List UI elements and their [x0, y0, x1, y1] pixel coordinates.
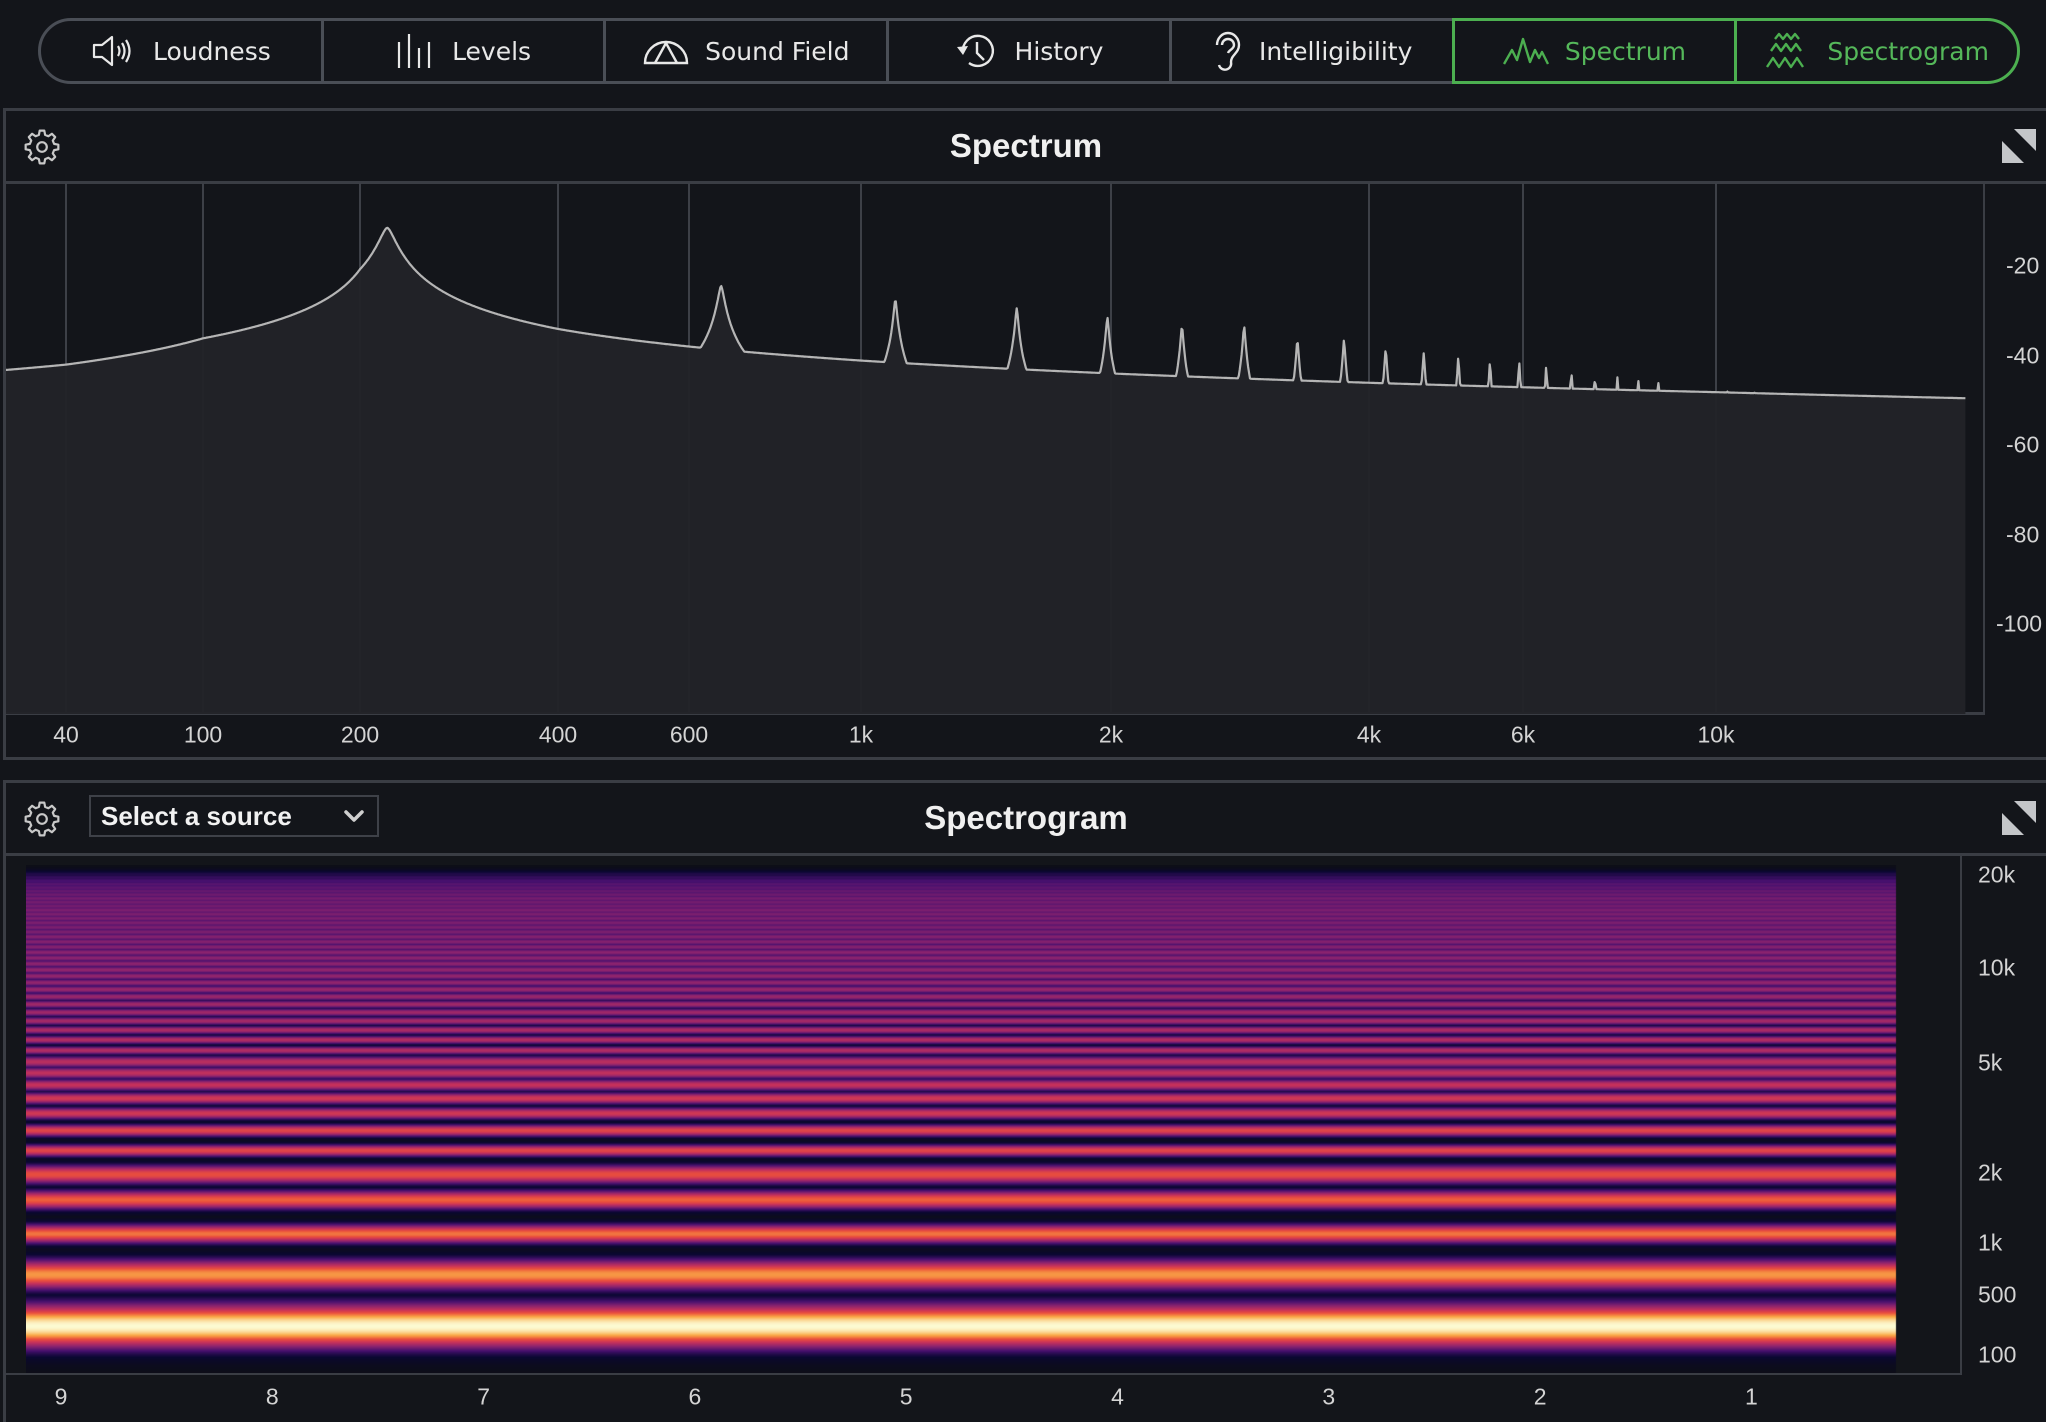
spectrogram-y-tick-label: 1k [1978, 1229, 2003, 1256]
tab-loudness-label: Loudness [152, 36, 271, 66]
spectrum-area-fill [6, 227, 1966, 714]
ear-icon [1215, 31, 1241, 71]
spectrogram-x-tick-label: 3 [1322, 1383, 1336, 1410]
spectrum-x-tick-label: 2k [1098, 721, 1124, 748]
spectrogram-x-tick-label: 1 [1744, 1383, 1758, 1410]
tab-intelligibility[interactable]: Intelligibility [1168, 18, 1455, 84]
tab-intelligibility-label: Intelligibility [1259, 36, 1413, 66]
spectrogram-panel: Select a source Spectrogram 9 8 7 6 5 4 3 2 1 20… [3, 780, 2046, 1422]
spectrum-y-tick-label: -40 [2006, 342, 2040, 368]
spectrum-x-tick-label: 10k [1697, 721, 1735, 748]
spectrum-y-tick-label: -20 [2006, 252, 2040, 279]
spectrum-y-tick-label: -60 [2006, 431, 2040, 458]
spectrum-x-tick-label: 1k [848, 721, 874, 748]
speaker-icon [92, 35, 131, 67]
spectrum-chart [6, 183, 1966, 714]
spectrogram-y-tick-label: 2k [1978, 1159, 2003, 1186]
spectrum-y-tick-label: -80 [2006, 521, 2040, 547]
spectrogram-title: Spectrogram [924, 799, 1128, 836]
spectrogram-x-tick-label: 2 [1533, 1383, 1547, 1410]
spectrum-x-tick-label: 6k [1510, 721, 1536, 748]
spectrum-title: Spectrum [949, 127, 1103, 164]
history-icon [956, 34, 994, 68]
tab-loudness[interactable]: Loudness [38, 18, 324, 84]
spectrogram-heatmap [26, 865, 1914, 1373]
sound-field-icon [643, 40, 689, 65]
tab-sound-field-label: Sound Field [705, 36, 850, 66]
expand-icon[interactable] [2002, 129, 2036, 163]
tab-levels-label: Levels [452, 36, 532, 66]
spectrum-x-tick-label: 100 [183, 721, 223, 748]
expand-icon[interactable] [2002, 801, 2036, 835]
spectrum-header: Spectrum [6, 111, 2046, 184]
spectrogram-y-tick-label: 10k [1978, 954, 2016, 981]
spectrogram-x-tick-label: 4 [1111, 1383, 1124, 1410]
spectrogram-x-tick-label: 6 [688, 1383, 702, 1410]
spectrogram-x-tick-label: 8 [265, 1383, 279, 1410]
spectrogram-x-tick-label: 9 [54, 1383, 68, 1410]
spectrum-y-tick-label: -100 [1996, 610, 2043, 637]
spectrogram-header: Select a source Spectrogram [6, 783, 2046, 856]
spectrum-x-tick-label: 200 [340, 721, 380, 748]
view-tab-bar: Loudness Levels Sound Field History Inte… [38, 18, 2021, 84]
spectrum-icon [1502, 37, 1549, 65]
spectrum-x-tick-label: 600 [669, 721, 709, 748]
tab-spectrum-label: Spectrum [1564, 36, 1687, 66]
spectrogram-y-tick-label: 5k [1978, 1049, 2003, 1076]
spectrum-panel: Spectrum 40 100 200 400 600 1k 2k 4k 6k 10k -20 -4… [3, 108, 2046, 760]
spectrum-plot-frame [6, 181, 1985, 715]
tab-sound-field[interactable]: Sound Field [603, 18, 890, 84]
spectrum-x-tick-label: 4k [1356, 721, 1382, 748]
tab-history-label: History [1014, 36, 1104, 66]
spectrogram-x-tick-label: 5 [899, 1383, 913, 1410]
tab-spectrogram-label: Spectrogram [1827, 36, 1989, 66]
tab-spectrum[interactable]: Spectrum [1451, 18, 1738, 84]
spectrogram-icon [1766, 32, 1805, 69]
spectrogram-x-tick-label: 7 [477, 1383, 490, 1410]
tab-history[interactable]: History [886, 18, 1172, 84]
spectrogram-y-tick-label: 500 [1978, 1281, 2017, 1308]
spectrogram-y-tick-label: 20k [1978, 861, 2016, 888]
spectrum-x-tick-label: 400 [538, 721, 578, 748]
spectrogram-plot-frame [6, 853, 1962, 1375]
spectrum-x-tick-label: 40 [53, 721, 79, 748]
level-bars-icon [397, 34, 431, 68]
spectrogram-y-tick-label: 100 [1978, 1341, 2017, 1368]
tab-levels[interactable]: Levels [320, 18, 607, 84]
tab-spectrogram[interactable]: Spectrogram [1734, 18, 2021, 84]
